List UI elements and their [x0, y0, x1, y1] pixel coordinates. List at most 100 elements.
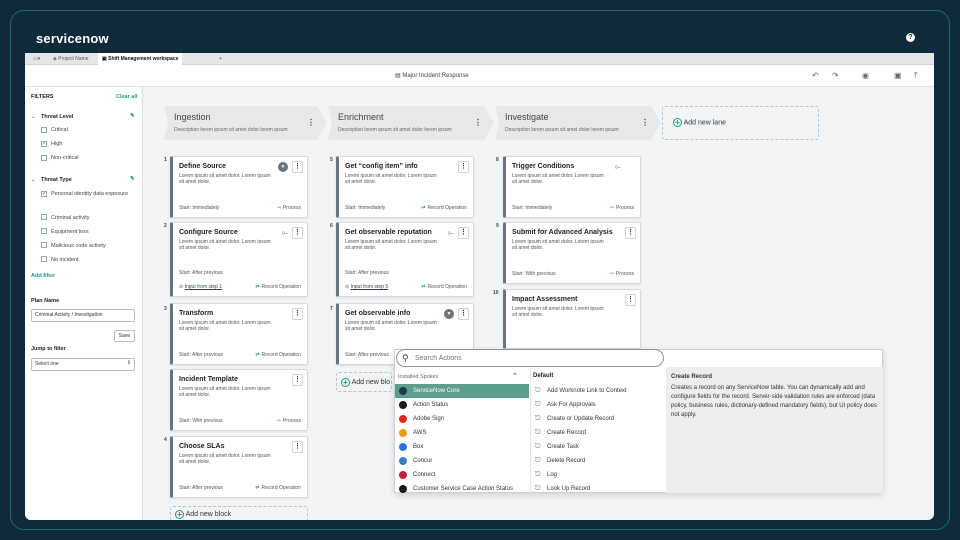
action-item[interactable]: ⎋ Look Up Record — [533, 482, 665, 496]
undo-icon[interactable]: ↶ — [812, 71, 819, 80]
clear-all-link[interactable]: Clear all — [116, 94, 137, 100]
action-item[interactable]: ⎋ Ask For Approvals — [533, 398, 665, 412]
card-incident-template[interactable]: Incident Template ⋮ Lorem ipsum sit amet… — [170, 369, 308, 431]
lane-menu-icon[interactable]: ⋮ — [474, 118, 482, 127]
card-menu-icon[interactable]: ⋮ — [458, 227, 469, 239]
branch-icon[interactable]: ⟜ — [615, 162, 621, 172]
action-description-panel: Create Record Creates a record on any Se… — [666, 367, 883, 493]
action-item[interactable]: ⎋ Delete Record — [533, 454, 665, 468]
search-actions-input[interactable] — [415, 353, 655, 364]
card-menu-icon[interactable]: ⋮ — [292, 161, 303, 173]
card-action-label: Record Operation — [427, 205, 467, 211]
spoke-aws[interactable]: AWS — [395, 426, 529, 440]
process-icon: ⤳ — [609, 271, 614, 277]
spoke-action-status[interactable]: Action Status — [395, 398, 529, 412]
add-block-button[interactable]: + Add new block — [170, 506, 308, 520]
spoke-customer-service[interactable]: Customer Service Case Action Status — [395, 482, 531, 496]
spoke-servicenow-core[interactable]: ServiceNow Core — [395, 384, 529, 398]
spoke-adobe-sign[interactable]: Adobe Sign — [395, 412, 529, 426]
lane-description: Description lorem ipsum sit amet dolor l… — [174, 127, 288, 133]
checkbox-no-incident[interactable] — [41, 256, 47, 262]
card-menu-icon[interactable]: ⋮ — [292, 308, 303, 320]
chevron-down-icon[interactable]: ⌄ — [31, 177, 36, 184]
branch-icon[interactable]: ⟜ — [282, 228, 288, 238]
option-label: Non-critical — [51, 155, 79, 161]
action-item[interactable]: ⎋ Create Task — [533, 440, 665, 454]
lane-menu-icon[interactable]: ⋮ — [641, 118, 649, 127]
add-tab-button[interactable]: + — [215, 53, 226, 65]
add-lane-button[interactable]: + Add new lane — [662, 106, 819, 140]
checkbox-malicious-code[interactable] — [41, 242, 47, 248]
card-define-source[interactable]: Define Source ▼ ⋮ Lorem ipsum sit amet d… — [170, 156, 308, 218]
checkbox-non-critical[interactable] — [41, 155, 47, 161]
checkbox-high[interactable]: ✓ — [41, 141, 47, 147]
filter-icon[interactable]: ▼ — [278, 162, 288, 172]
card-menu-icon[interactable]: ⋮ — [625, 294, 636, 306]
add-filter-link[interactable]: Add filter — [31, 273, 55, 279]
edit-icon[interactable]: ✎ — [130, 176, 135, 182]
input-link[interactable]: ⊝ Input from step 1 — [179, 284, 222, 290]
action-item[interactable]: ⎋ Create or Update Record — [533, 412, 665, 426]
plan-name-input[interactable]: Criminal Activity / Investigation — [31, 309, 135, 322]
edit-icon[interactable]: ✎ — [130, 113, 135, 119]
filter-icon[interactable]: ▼ — [444, 309, 454, 319]
branch-icon[interactable]: ⟜ — [448, 228, 454, 238]
card-transform[interactable]: Transform ⋮ Lorem ipsum sit amet dolor. … — [170, 303, 308, 365]
tab-switch-icon[interactable]: ▭▾ — [29, 53, 44, 65]
view-icon[interactable]: ◉ — [862, 71, 869, 80]
checkbox-equipment-loss[interactable] — [41, 228, 47, 234]
jump-to-filter-select[interactable]: Select one ⇕ — [31, 358, 135, 371]
card-action-label: Process — [282, 205, 301, 211]
help-icon[interactable]: ? — [906, 33, 915, 42]
tab-shift-management[interactable]: ▣ Shift Management workspace — [98, 53, 183, 65]
lane-description: Description lorem ipsum sit amet dolor l… — [338, 127, 452, 133]
checkbox-critical[interactable] — [41, 127, 47, 133]
checkbox-personal-identity[interactable]: ✓ — [41, 191, 47, 197]
action-item[interactable]: ⎋ Add Worknote Link to Context — [533, 384, 665, 398]
card-get-config-item[interactable]: Get “config item” info ⋮ Lorem ipsum sit… — [336, 156, 474, 218]
card-choose-slas[interactable]: Choose SLAs ⋮ Lorem ipsum sit amet dolor… — [170, 436, 308, 498]
lane-ingestion[interactable]: Ingestion Description lorem ipsum sit am… — [164, 106, 327, 140]
card-menu-icon[interactable]: ⋮ — [458, 161, 469, 173]
card-configure-source[interactable]: Configure Source ⟜ ⋮ Lorem ipsum sit ame… — [170, 222, 308, 297]
card-start: Start: Immediately — [179, 205, 220, 211]
search-actions-field[interactable]: ⚲ — [396, 349, 664, 367]
card-menu-icon[interactable]: ⋮ — [292, 227, 303, 239]
save-button[interactable]: Save — [114, 330, 135, 342]
card-menu-icon[interactable]: ⋮ — [625, 227, 636, 239]
input-link[interactable]: ⊝ Input from step 5 — [345, 284, 388, 290]
card-menu-icon[interactable]: ⋮ — [292, 441, 303, 453]
card-description: Lorem ipsum sit amet dolor. Lorem ipsum … — [345, 320, 437, 332]
lane-investigate[interactable]: Investigate Description lorem ipsum sit … — [495, 106, 661, 140]
redo-icon[interactable]: ↷ — [832, 71, 839, 80]
card-trigger-conditions[interactable]: Trigger Conditions ⟜ Lorem ipsum sit ame… — [503, 156, 641, 218]
action-icon: ⎋ — [535, 429, 541, 436]
spoke-box[interactable]: Box — [395, 440, 529, 454]
checkbox-criminal-activity[interactable] — [41, 214, 47, 220]
default-label: Default — [533, 373, 554, 379]
plus-icon: + — [341, 377, 350, 387]
card-description: Lorem ipsum sit amet dolor. Lorem ipsum … — [179, 453, 271, 465]
lane-menu-icon[interactable]: ⋮ — [307, 118, 315, 127]
add-lane-label: Add new lane — [683, 119, 726, 127]
lane-enrichment[interactable]: Enrichment Description lorem ipsum sit a… — [328, 106, 494, 140]
card-start: Start: After previous — [179, 485, 223, 491]
action-item[interactable]: ⎋ Create Record — [533, 426, 665, 440]
chevron-down-icon[interactable]: ⌄ — [31, 114, 36, 121]
card-get-observable-reputation[interactable]: Get observable reputation ⟜ ⋮ Lorem ipsu… — [336, 222, 474, 297]
card-menu-icon[interactable]: ⋮ — [292, 374, 303, 386]
save-icon[interactable]: ▣ — [894, 71, 902, 80]
spoke-concur[interactable]: Concur — [395, 454, 529, 468]
spoke-label: Customer Service Case Action Status — [413, 486, 514, 492]
card-impact-assessment[interactable]: Impact Assessment ⋮ Lorem ipsum sit amet… — [503, 289, 641, 349]
card-title: Choose SLAs — [179, 443, 225, 450]
action-item[interactable]: ⎋ Log — [533, 468, 665, 482]
add-block-button[interactable]: + Add new blo — [336, 372, 392, 392]
card-menu-icon[interactable]: ⋮ — [458, 308, 469, 320]
step-number: 10 — [493, 290, 499, 296]
publish-icon[interactable]: ⤒ — [914, 71, 918, 81]
tab-project[interactable]: ◈ Project Name — [49, 53, 93, 65]
spoke-connect[interactable]: Connect — [395, 468, 529, 482]
card-submit-advanced-analysis[interactable]: Submit for Advanced Analysis ⋮ Lorem ips… — [503, 222, 641, 284]
chevron-up-icon[interactable]: ⌃ — [512, 372, 518, 380]
